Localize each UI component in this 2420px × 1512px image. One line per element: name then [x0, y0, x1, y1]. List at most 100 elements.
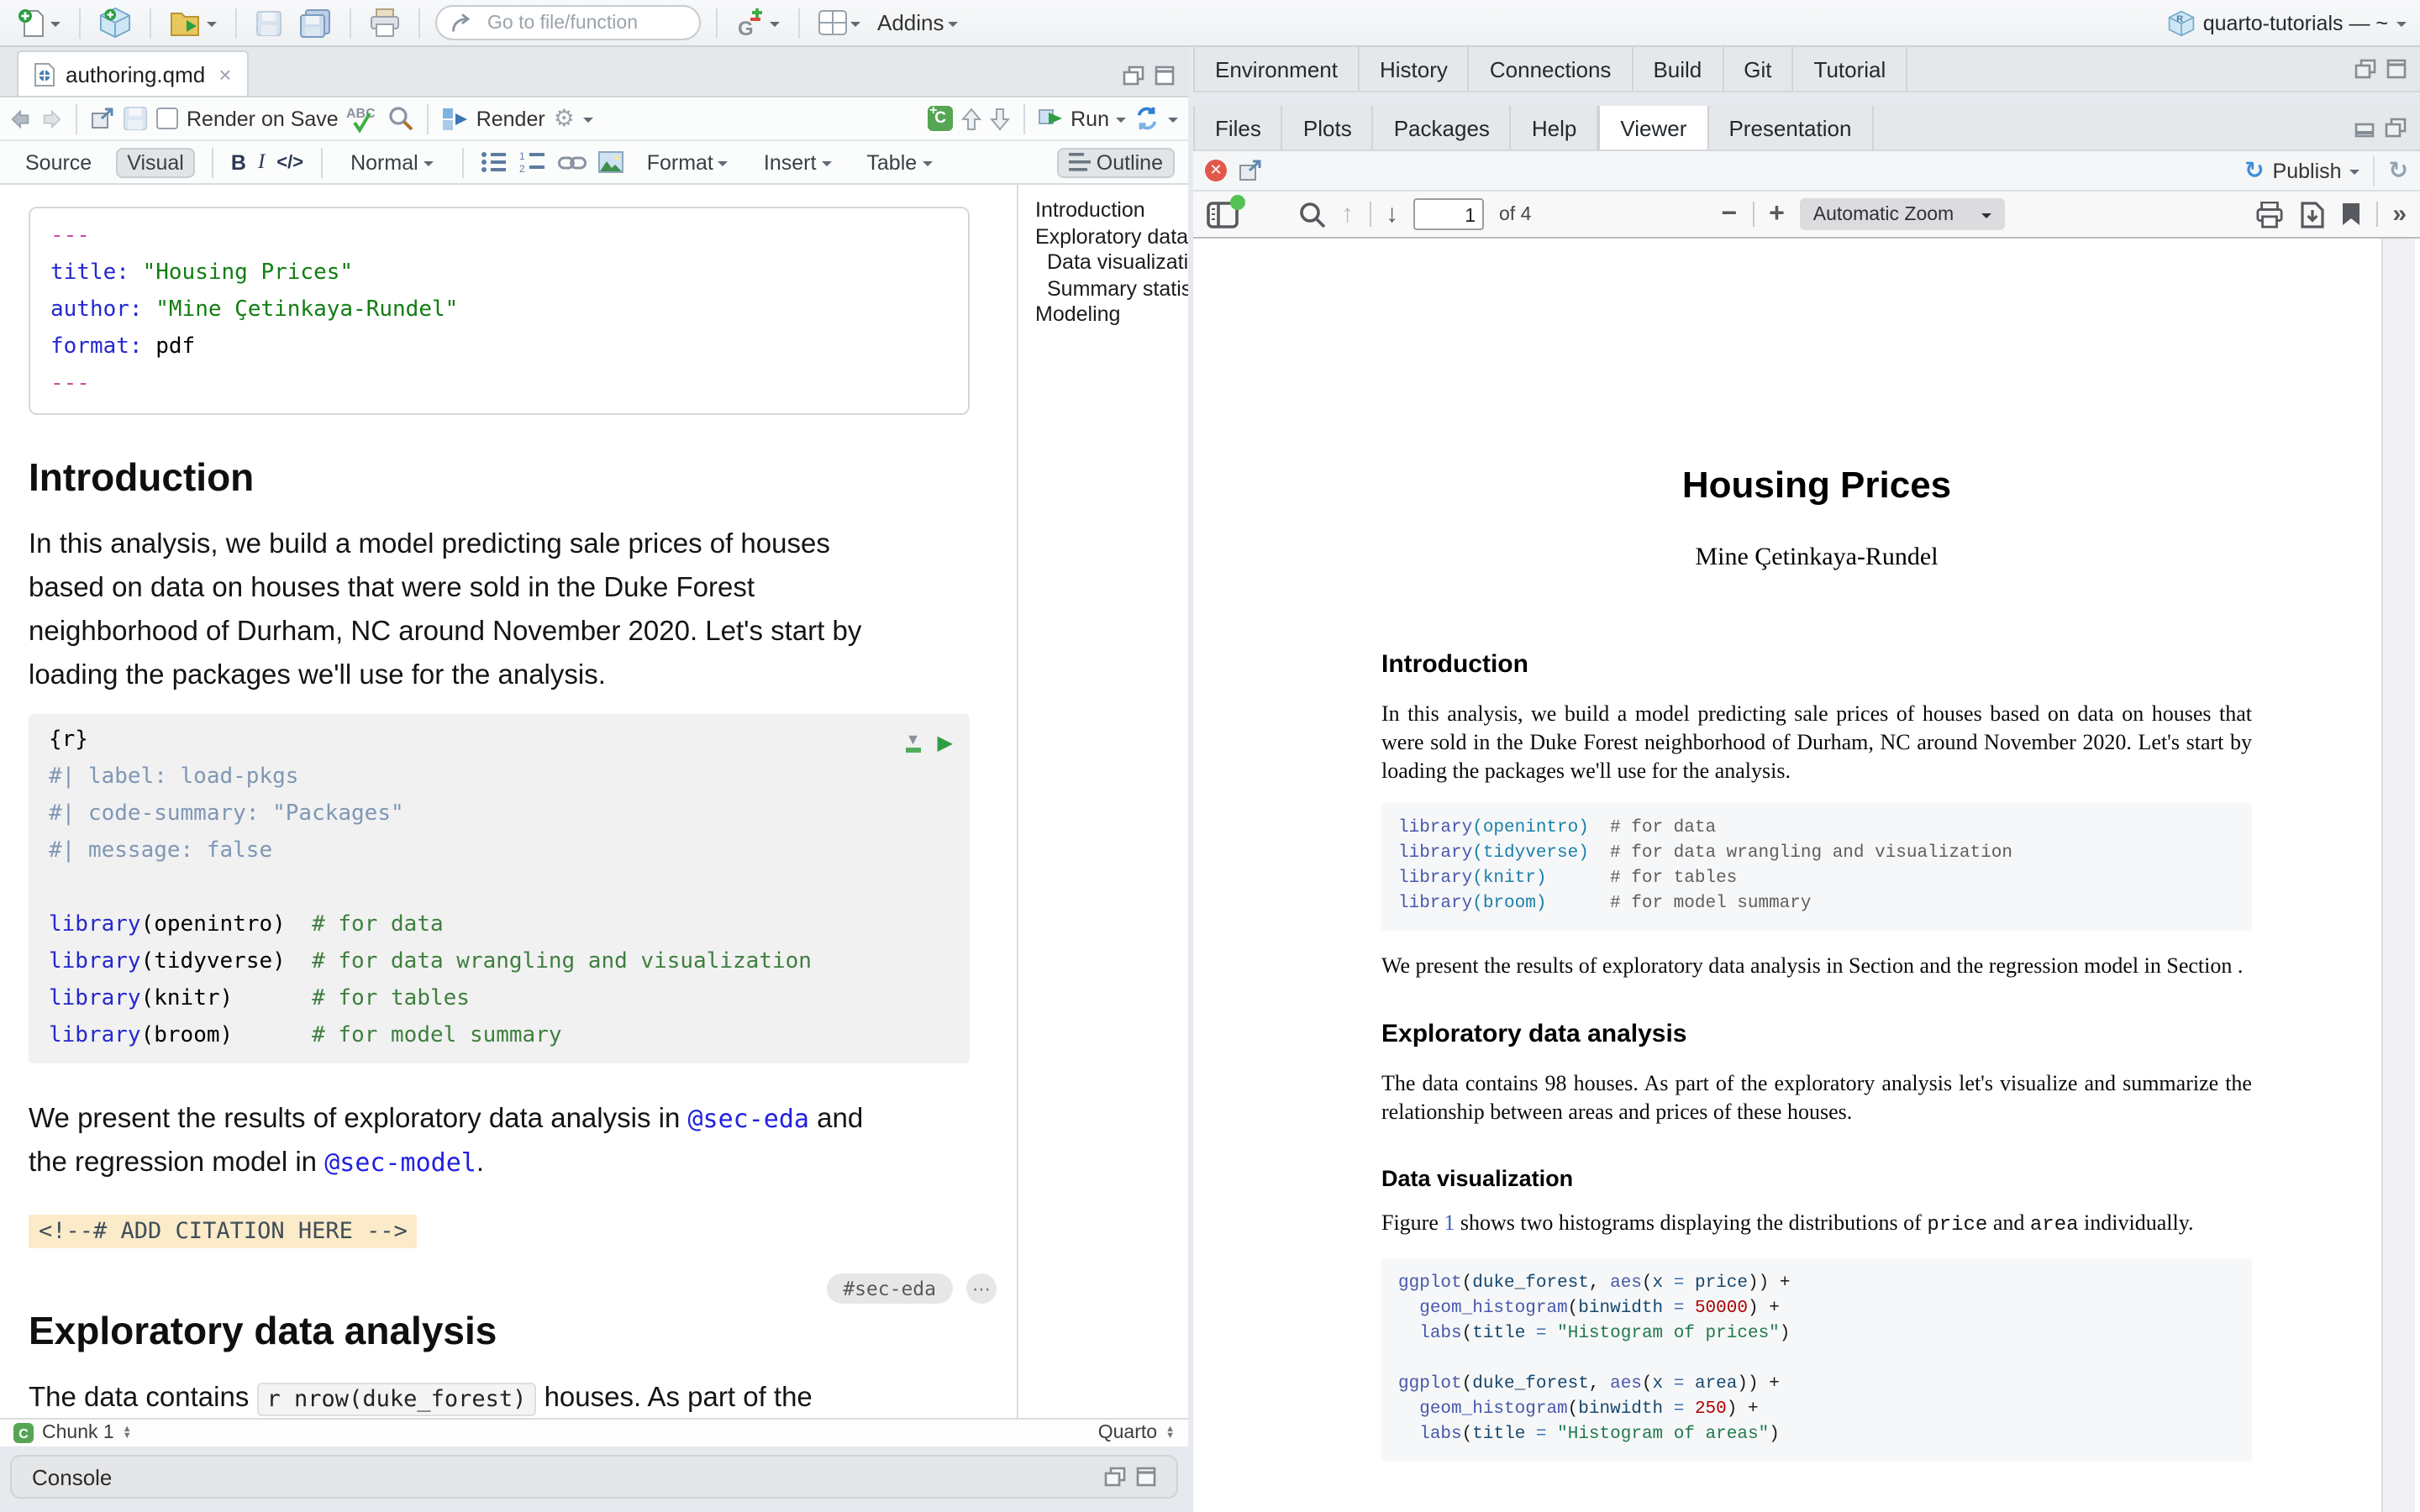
chunk-status-label[interactable]: Chunk 1 — [42, 1423, 114, 1443]
save-icon[interactable] — [123, 106, 148, 131]
tab-build[interactable]: Build — [1633, 47, 1723, 91]
zoom-select[interactable]: Automatic Zoom — [1800, 198, 2004, 230]
zoom-in-icon[interactable]: + — [1769, 199, 1785, 229]
maximize-pane-icon[interactable] — [2386, 59, 2407, 79]
outline-toggle-button[interactable]: Outline — [1058, 147, 1175, 177]
numbered-list-icon[interactable]: 12 — [519, 151, 546, 173]
right-pane: Environment History Connections Build Gi… — [1193, 47, 2420, 1512]
source-mode-button[interactable]: Source — [13, 147, 103, 177]
pdf-sidebar-toggle[interactable] — [1207, 201, 1239, 228]
pdf-bookmark-icon[interactable] — [2340, 202, 2360, 227]
tab-authoring-qmd[interactable]: authoring.qmd × — [17, 50, 248, 96]
italic-button[interactable]: I — [258, 150, 265, 175]
page-down-icon[interactable]: ↓ — [1386, 200, 1398, 228]
minimize-pane-icon[interactable] — [2354, 118, 2375, 138]
minimize-pane-icon[interactable] — [1123, 66, 1144, 86]
tab-help[interactable]: Help — [1512, 106, 1599, 150]
close-icon[interactable]: × — [218, 61, 231, 87]
tab-packages[interactable]: Packages — [1374, 106, 1512, 150]
bold-button[interactable]: B — [231, 150, 246, 174]
print-button[interactable] — [366, 7, 403, 39]
tab-history[interactable]: History — [1360, 47, 1470, 91]
code-button[interactable]: </> — [276, 152, 303, 172]
new-file-button[interactable] — [13, 6, 64, 39]
tab-viewer[interactable]: Viewer — [1598, 106, 1708, 150]
outline-item-eda[interactable]: Exploratory data … — [1035, 224, 1188, 250]
section-more-button[interactable]: ⋯ — [966, 1273, 997, 1304]
goto-file-input[interactable] — [484, 11, 686, 34]
editor-content[interactable]: --- title: "Housing Prices" author: "Min… — [0, 185, 1188, 1418]
yaml-block[interactable]: --- title: "Housing Prices" author: "Min… — [29, 207, 970, 415]
gear-icon[interactable]: ⚙ — [554, 104, 575, 133]
outline-item-modeling[interactable]: Modeling — [1035, 302, 1188, 328]
console-pane-header[interactable]: Console — [10, 1455, 1178, 1499]
divider — [235, 8, 237, 38]
render-on-save-checkbox[interactable] — [156, 108, 178, 129]
bullet-list-icon[interactable] — [481, 151, 508, 173]
pdf-search-icon[interactable] — [1299, 201, 1326, 228]
spellcheck-icon[interactable]: ABC — [347, 104, 381, 133]
save-button[interactable] — [252, 8, 286, 38]
tab-environment[interactable]: Environment — [1193, 47, 1360, 91]
format-menu[interactable]: Format — [635, 147, 740, 177]
goto-file-search[interactable] — [435, 5, 701, 40]
chunk-stepper-icon[interactable]: ▲▼ — [123, 1425, 132, 1441]
zoom-out-icon[interactable]: − — [1721, 199, 1737, 229]
tab-plots[interactable]: Plots — [1283, 106, 1374, 150]
forward-icon[interactable] — [40, 108, 62, 129]
panes-layout-button[interactable] — [815, 8, 864, 37]
source-sync-icon[interactable] — [1134, 106, 1160, 131]
pdf-print-icon[interactable] — [2254, 201, 2283, 228]
open-file-button[interactable] — [166, 8, 220, 38]
mode-stepper-icon[interactable]: ▲▼ — [1165, 1425, 1175, 1441]
save-all-button[interactable] — [296, 6, 334, 39]
stop-icon[interactable]: ✕ — [1205, 160, 1227, 181]
minimize-pane-icon[interactable] — [1104, 1467, 1126, 1487]
git-button[interactable]: G — [733, 6, 783, 39]
refresh-icon[interactable]: ↻ — [2389, 156, 2408, 185]
popout-icon[interactable] — [1239, 160, 1262, 181]
insert-chunk-button[interactable]: +C — [928, 106, 953, 131]
outline-item-summary[interactable]: Summary statis… — [1035, 276, 1188, 302]
scrollbar[interactable] — [2381, 239, 2415, 1512]
tab-tutorial[interactable]: Tutorial — [1794, 47, 1908, 91]
tab-files[interactable]: Files — [1193, 106, 1283, 150]
chevron-down-icon — [2396, 21, 2407, 31]
tab-git[interactable]: Git — [1723, 47, 1793, 91]
page-up-icon[interactable]: ↑ — [1341, 200, 1354, 228]
back-icon[interactable] — [10, 108, 32, 129]
paragraph-style-select[interactable]: Normal — [339, 147, 445, 177]
popout-icon[interactable] — [91, 108, 114, 129]
tab-presentation[interactable]: Presentation — [1708, 106, 1873, 150]
pdf-download-icon[interactable] — [2298, 201, 2325, 228]
visual-mode-button[interactable]: Visual — [115, 147, 196, 177]
minimize-pane-icon[interactable] — [2354, 59, 2376, 79]
table-menu[interactable]: Table — [855, 147, 944, 177]
doc-mode-label[interactable]: Quarto — [1098, 1423, 1157, 1443]
outline-item-introduction[interactable]: Introduction — [1035, 198, 1188, 224]
new-project-button[interactable] — [96, 5, 134, 40]
insert-menu[interactable]: Insert — [752, 147, 844, 177]
go-up-icon[interactable] — [961, 107, 981, 130]
publish-button[interactable]: Publish — [2273, 159, 2342, 182]
addins-button[interactable]: Addins — [874, 8, 961, 37]
maximize-pane-icon[interactable] — [1136, 1467, 1156, 1487]
link-icon[interactable] — [558, 154, 587, 171]
go-down-icon[interactable] — [990, 107, 1010, 130]
maximize-pane-icon[interactable] — [2385, 118, 2407, 138]
run-chunk-icon[interactable]: ▶ — [938, 724, 953, 761]
save-icon — [255, 9, 282, 36]
image-icon[interactable] — [598, 151, 623, 173]
project-menu-button[interactable]: R quarto-tutorials — ~ — [2168, 9, 2407, 36]
pdf-viewer[interactable]: Housing Prices Mine Çetinkaya-Rundel Int… — [1193, 239, 2420, 1512]
more-tools-icon[interactable]: » — [2392, 200, 2407, 228]
code-chunk-load-pkgs[interactable]: ▼ ▶ {r} #| label: load-pkgs #| code-summ… — [29, 714, 970, 1063]
search-icon[interactable] — [389, 106, 414, 131]
outline-item-dataviz[interactable]: Data visualization — [1035, 250, 1188, 276]
run-button[interactable]: Run — [1039, 107, 1126, 130]
run-chunks-above-icon[interactable]: ▼ — [906, 733, 921, 752]
render-button[interactable]: Render — [443, 107, 545, 130]
tab-connections[interactable]: Connections — [1470, 47, 1634, 91]
maximize-pane-icon[interactable] — [1155, 66, 1175, 86]
page-number-input[interactable] — [1415, 202, 1482, 231]
